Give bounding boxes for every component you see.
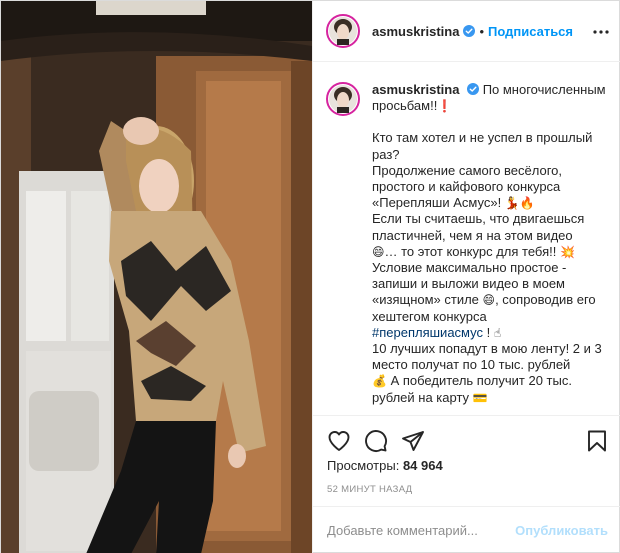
post-media-image[interactable] [1, 1, 312, 553]
share-icon[interactable] [401, 429, 425, 453]
comment-icon[interactable] [364, 429, 388, 453]
caption-text: asmuskristina По многочисленным просьбам… [372, 82, 608, 406]
caption: asmuskristina По многочисленным просьбам… [326, 82, 608, 406]
post-photo [1, 1, 312, 553]
caption-scroll-area[interactable]: asmuskristina По многочисленным просьбам… [313, 62, 620, 415]
caption-avatar[interactable] [326, 82, 360, 116]
comment-bar: Опубликовать [313, 506, 620, 553]
post-actions [313, 415, 620, 463]
caption-line: Кто там хотел и не успел в прошлый раз? [372, 130, 593, 162]
boom-emoji-icon: 💥 [559, 244, 575, 259]
header-username[interactable]: asmuskristina [372, 24, 459, 39]
money-bag-emoji-icon: 💰 [372, 374, 387, 389]
post-timestamp[interactable]: 52 минут назад [327, 484, 412, 495]
comment-input[interactable] [327, 523, 516, 538]
card-emoji-icon: 💳 [472, 390, 488, 405]
heart-icon[interactable] [327, 429, 351, 453]
avatar-image [329, 17, 357, 45]
verified-badge-icon [467, 83, 480, 95]
hashtag-link[interactable]: #перепляшиасмус [372, 325, 483, 340]
exclamation-emoji-icon: ❗ [437, 99, 453, 114]
follow-button[interactable]: Подписаться [488, 24, 573, 39]
point-up-emoji-icon: ☝ [493, 325, 502, 340]
caption-username[interactable]: asmuskristina [372, 82, 459, 97]
views-number: 84 964 [402, 458, 443, 473]
grin-emoji-icon: 😄 [482, 293, 496, 308]
views-count[interactable]: Просмотры: 84 964 [327, 458, 443, 473]
caption-line: Если ты считаешь, что двигаешься пластич… [372, 211, 585, 243]
grin-emoji-icon: 😄 [372, 244, 385, 259]
post-header: asmuskristina • Подписаться [313, 1, 620, 62]
dancer-fire-emoji-icon: 💃🔥 [504, 196, 535, 211]
more-options-icon[interactable] [592, 23, 610, 41]
publish-comment-button[interactable]: Опубликовать [515, 523, 608, 538]
caption-line: … то этот конкурс для тебя!! [384, 243, 557, 259]
avatar-image [329, 85, 357, 113]
caption-line: 10 лучших попадут в мою ленту! 2 и 3 мес… [372, 341, 602, 373]
views-label: Просмотры: [327, 458, 403, 473]
caption-line: ! [486, 324, 491, 340]
verified-badge-icon [463, 25, 476, 37]
post-sidebar: asmuskristina • Подписаться asmuskristin… [312, 1, 620, 553]
bookmark-icon[interactable] [585, 429, 609, 453]
avatar[interactable] [326, 14, 360, 48]
header-separator: • [479, 23, 484, 39]
instagram-post: asmuskristina • Подписаться asmuskristin… [0, 0, 620, 553]
